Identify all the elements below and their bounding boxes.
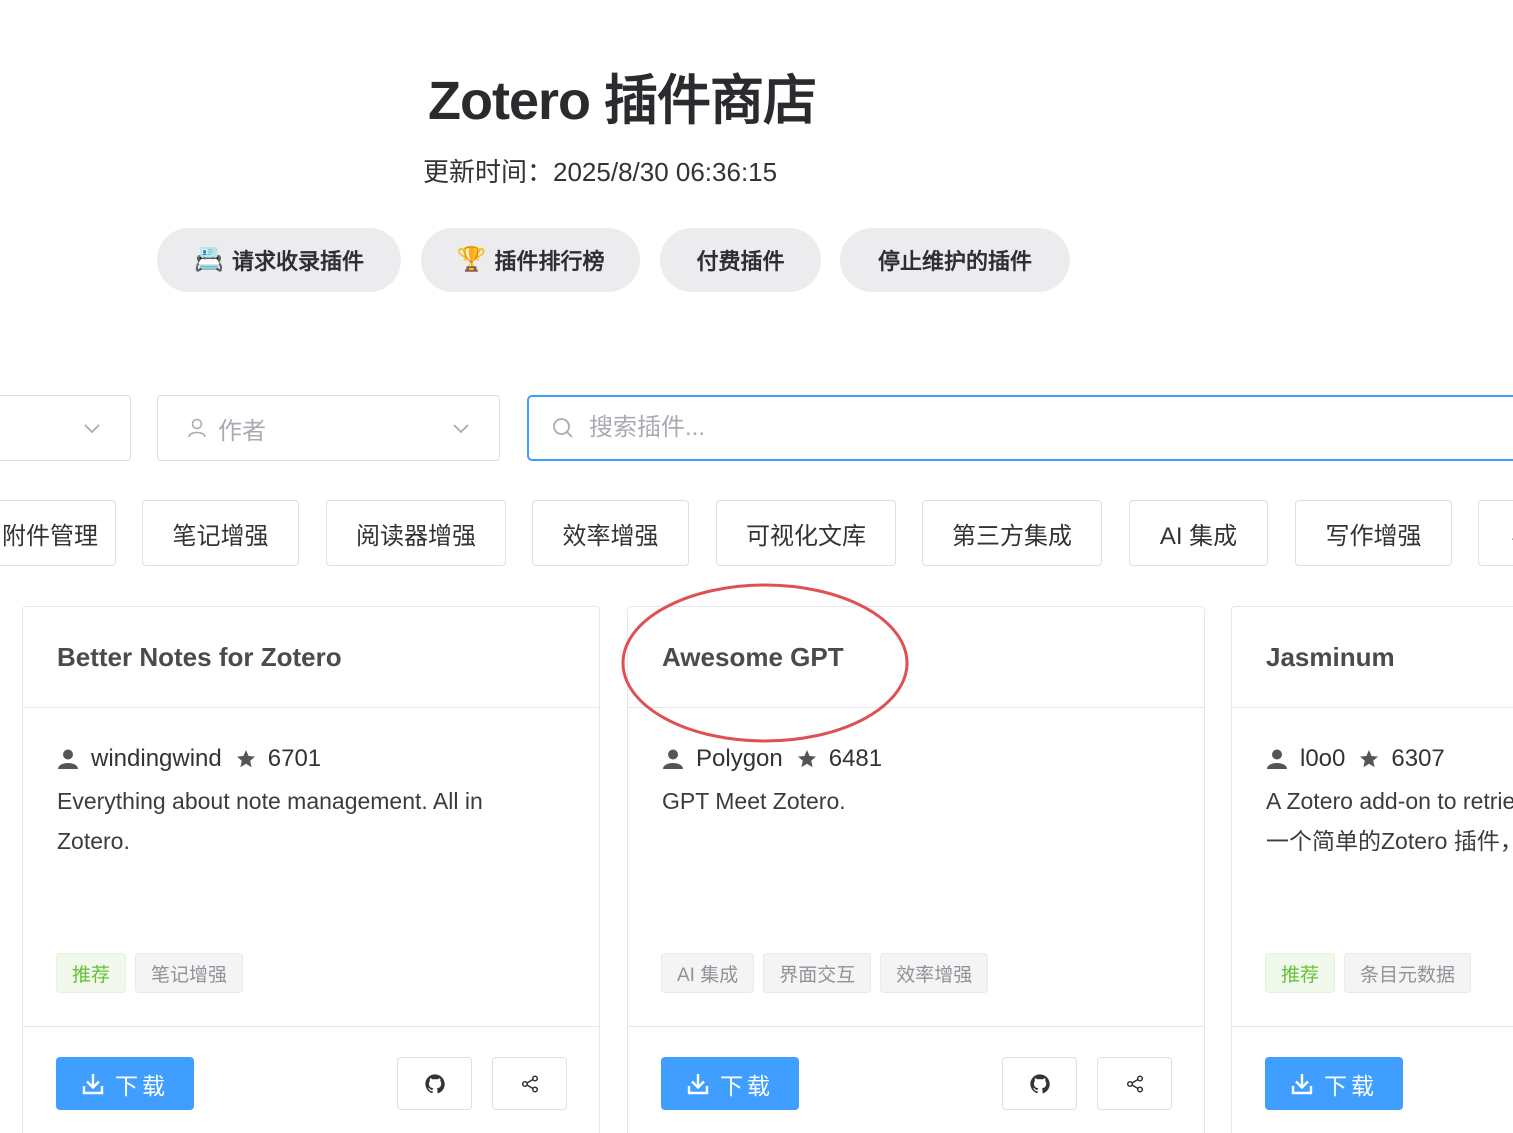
share-icon: [1126, 1074, 1143, 1093]
plugin-author[interactable]: l0o0: [1300, 745, 1345, 773]
download-button[interactable]: 下载: [1265, 1057, 1403, 1110]
search-icon: [553, 418, 573, 438]
user-icon: [1267, 749, 1287, 769]
share-button[interactable]: [1097, 1057, 1172, 1110]
category-label: 阅读器增强: [356, 522, 476, 550]
category-visual-library[interactable]: 可视化文库: [716, 500, 896, 566]
plugin-stars: 6307: [1391, 745, 1445, 772]
tag-recommended[interactable]: 推荐: [1265, 953, 1336, 993]
unmaintained-plugins-button[interactable]: 停止维护的插件: [840, 228, 1070, 292]
plugin-card: Jasminum l0o0 6307 A Zotero add-on to re…: [1231, 606, 1513, 1133]
category-third-party[interactable]: 第三方集成: [922, 500, 1102, 566]
plugin-store-page: Zotero 插件商店 更新时间：2025/8/30 06:36:15 📇 请求…: [0, 0, 1513, 1133]
tag-category[interactable]: 界面交互: [763, 953, 872, 993]
chevron-down-icon: [453, 424, 469, 434]
category-more[interactable]: 界: [1478, 500, 1513, 566]
download-icon: [1291, 1073, 1313, 1094]
ranking-button[interactable]: 🏆 插件排行榜: [421, 228, 640, 292]
author-placeholder: 作者: [218, 417, 266, 445]
plugin-title[interactable]: Jasminum: [1232, 607, 1513, 708]
category-label: 第三方集成: [952, 522, 1072, 550]
card-divider: [1232, 1026, 1513, 1027]
plugin-tags: 推荐 笔记增强: [56, 953, 244, 993]
category-efficiency[interactable]: 效率增强: [532, 500, 689, 566]
download-button[interactable]: 下载: [661, 1057, 799, 1110]
github-button[interactable]: [1002, 1057, 1077, 1110]
plugin-tags: 推荐 条目元数据: [1265, 953, 1472, 993]
category-label: 笔记增强: [172, 522, 269, 550]
star-icon: [1360, 750, 1379, 768]
update-time: 更新时间：2025/8/30 06:36:15: [423, 157, 778, 187]
plugin-tags: AI 集成 界面交互 效率增强: [661, 953, 989, 993]
ranking-label: 插件排行榜: [494, 249, 605, 274]
search-input[interactable]: [589, 414, 1389, 442]
trophy-icon: 🏆: [456, 246, 487, 273]
user-icon: [188, 418, 206, 438]
user-icon: [663, 749, 683, 769]
category-notes[interactable]: 笔记增强: [142, 500, 299, 566]
plugin-stars: 6481: [828, 745, 883, 772]
category-select[interactable]: [0, 395, 131, 461]
card-index-icon: 📇: [194, 246, 224, 273]
github-icon: [1029, 1073, 1050, 1093]
tag-category[interactable]: 条目元数据: [1344, 953, 1472, 993]
paid-plugins-button[interactable]: 付费插件: [660, 228, 821, 292]
github-button[interactable]: [397, 1057, 472, 1110]
tag-category[interactable]: 效率增强: [880, 953, 989, 993]
request-plugin-label: 请求收录插件: [231, 249, 364, 274]
category-reader[interactable]: 阅读器增强: [326, 500, 506, 566]
tag-category[interactable]: AI 集成: [661, 953, 755, 993]
category-label: 可视化文库: [746, 522, 866, 550]
star-icon: [236, 750, 255, 768]
plugin-description: GPT Meet Zotero.: [662, 788, 846, 814]
category-attachment[interactable]: 附件管理: [0, 500, 116, 566]
tag-category[interactable]: 笔记增强: [135, 953, 244, 993]
download-label: 下载: [720, 1072, 774, 1099]
plugin-description: A Zotero add-on to retrieve CNKI metadat…: [1266, 788, 1513, 854]
category-label: AI 集成: [1159, 522, 1238, 550]
download-label: 下载: [115, 1072, 169, 1099]
plugin-title[interactable]: Better Notes for Zotero: [23, 607, 599, 708]
author-select[interactable]: 作者: [157, 395, 500, 461]
category-label: 效率增强: [562, 522, 659, 550]
plugin-stars: 6701: [267, 745, 322, 772]
chevron-down-icon: [84, 424, 100, 434]
plugin-author[interactable]: Polygon: [696, 745, 783, 773]
category-writing[interactable]: 写作增强: [1295, 500, 1452, 566]
plugin-meta: l0o0 6307: [1266, 745, 1445, 773]
category-ai[interactable]: AI 集成: [1129, 500, 1268, 566]
plugin-description: Everything about note management. All in…: [57, 788, 483, 854]
download-icon: [82, 1073, 104, 1094]
category-label: 写作增强: [1325, 522, 1422, 550]
card-divider: [23, 1026, 599, 1027]
github-icon: [424, 1073, 445, 1093]
request-plugin-button[interactable]: 📇 请求收录插件: [157, 228, 401, 292]
download-label: 下载: [1324, 1072, 1378, 1099]
download-icon: [687, 1073, 709, 1094]
page-title: Zotero 插件商店: [428, 71, 817, 131]
plugin-meta: Polygon 6481: [662, 745, 882, 773]
plugin-author[interactable]: windingwind: [91, 745, 222, 773]
unmaintained-plugins-label: 停止维护的插件: [877, 249, 1032, 274]
card-divider: [628, 1026, 1204, 1027]
paid-plugins-label: 付费插件: [696, 249, 785, 274]
search-box[interactable]: [527, 395, 1513, 461]
category-label: 附件管理: [2, 522, 98, 550]
share-icon: [521, 1074, 538, 1093]
share-button[interactable]: [492, 1057, 567, 1110]
plugin-card: Better Notes for Zotero windingwind 6701…: [22, 606, 600, 1133]
plugin-title[interactable]: Awesome GPT: [628, 607, 1204, 708]
plugin-card: Awesome GPT Polygon 6481 GPT Meet Zotero…: [627, 606, 1205, 1133]
tag-recommended[interactable]: 推荐: [56, 953, 127, 993]
download-button[interactable]: 下载: [56, 1057, 194, 1110]
user-icon: [58, 749, 78, 769]
plugin-meta: windingwind 6701: [57, 745, 321, 773]
star-icon: [797, 750, 816, 768]
